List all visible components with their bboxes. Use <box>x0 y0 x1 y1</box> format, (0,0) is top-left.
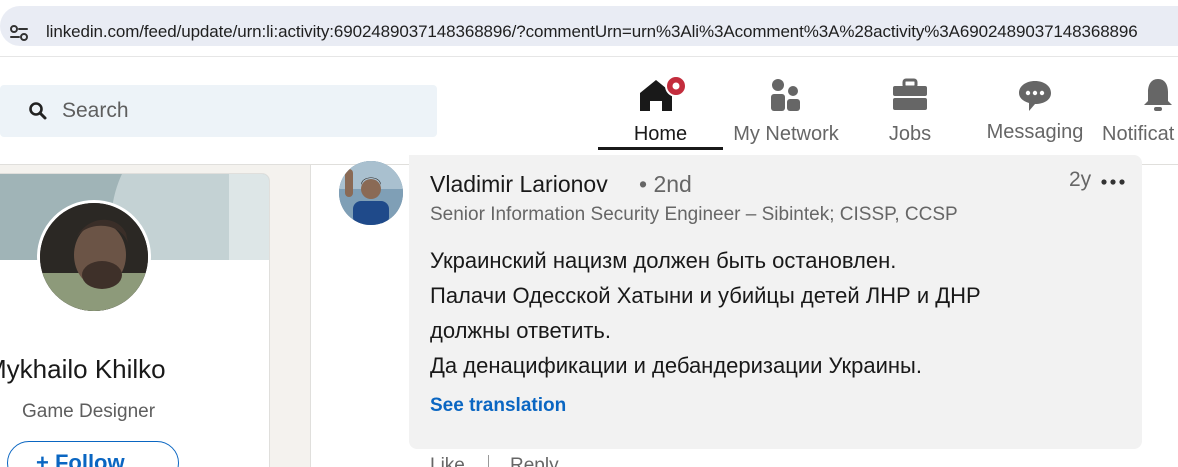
comment-bubble: Vladimir Larionov • 2nd Senior Informati… <box>409 155 1142 449</box>
search-icon <box>29 102 47 120</box>
action-divider <box>488 455 489 467</box>
url-field[interactable]: linkedin.com/feed/update/urn:li:activity… <box>0 6 1178 46</box>
profile-name[interactable]: Mykhailo Khilko <box>0 354 166 385</box>
nav-jobs[interactable]: Jobs <box>870 75 950 165</box>
nav-my-network[interactable]: My Network <box>726 75 846 165</box>
see-translation-link[interactable]: See translation <box>430 395 566 417</box>
nav-home-label: Home <box>633 123 688 145</box>
nav-messaging-label: Messaging <box>986 121 1084 143</box>
commenter-headline: Senior Information Security Engineer – S… <box>430 204 958 225</box>
profile-avatar[interactable] <box>37 200 151 314</box>
profile-card: Mykhailo Khilko Game Designer + Follow <box>0 173 270 467</box>
site-settings-icon[interactable] <box>8 22 30 44</box>
browser-address-bar: linkedin.com/feed/update/urn:li:activity… <box>0 0 1178 56</box>
comment-timestamp: 2y <box>1069 168 1092 191</box>
nav-home[interactable]: Home <box>598 75 723 165</box>
nav-my-network-label: My Network <box>733 123 839 145</box>
more-options-icon[interactable] <box>1099 169 1127 195</box>
commenter-avatar[interactable] <box>339 161 403 225</box>
url-text[interactable]: linkedin.com/feed/update/urn:li:activity… <box>46 22 1138 42</box>
nav-messaging[interactable]: Messaging <box>982 75 1088 165</box>
people-icon <box>771 79 800 111</box>
follow-button[interactable]: + Follow <box>7 441 179 467</box>
comment-text: Украинский нацизм должен быть остановлен… <box>430 243 981 383</box>
linkedin-header: Home My Network Jobs Messaging <box>0 56 1178 165</box>
bell-icon <box>1144 79 1172 111</box>
nav-jobs-label: Jobs <box>888 123 932 145</box>
comment-line: Палачи Одесской Хатыни и убийцы детей ЛН… <box>430 283 981 308</box>
feed-post-card: Vladimir Larionov • 2nd Senior Informati… <box>310 155 1178 467</box>
reply-button[interactable]: Reply <box>510 455 559 467</box>
active-nav-indicator <box>598 147 723 150</box>
commenter-name[interactable]: Vladimir Larionov <box>430 171 608 198</box>
comment-line: должны ответить. <box>430 318 612 343</box>
comment-line: Да денацификации и дебандеризации Украин… <box>430 353 922 378</box>
chat-icon <box>1019 81 1051 111</box>
comment-line: Украинский нацизм должен быть остановлен… <box>430 248 897 273</box>
profile-headline: Game Designer <box>22 401 156 422</box>
connection-degree: • 2nd <box>639 171 692 197</box>
briefcase-icon <box>893 78 927 110</box>
nav-notifications-label: Notificat <box>1102 123 1175 145</box>
nav-notifications[interactable]: Notificat <box>1098 75 1178 165</box>
home-icon <box>640 75 687 111</box>
like-button[interactable]: Like <box>430 455 465 467</box>
search-input[interactable] <box>62 93 422 129</box>
search-box[interactable] <box>0 85 437 137</box>
